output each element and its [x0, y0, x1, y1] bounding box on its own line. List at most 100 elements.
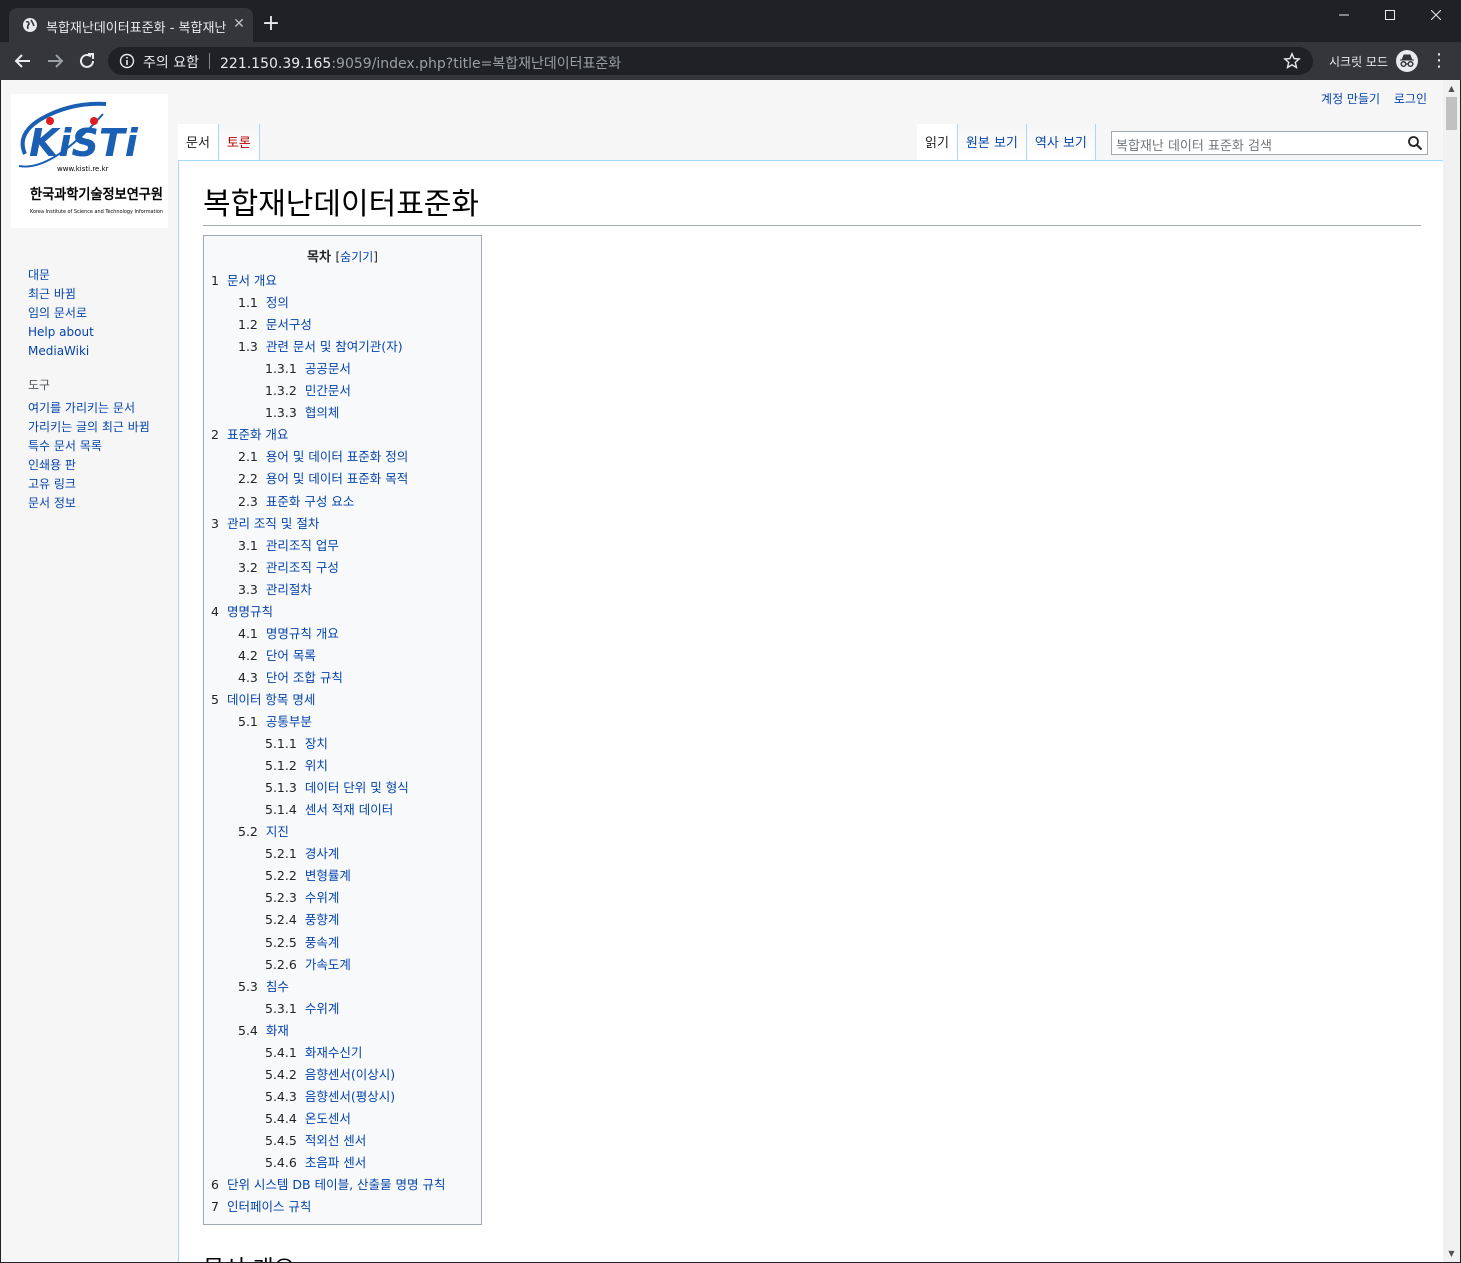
toc-entry[interactable]: 5.2.2 변형률계	[265, 865, 351, 884]
toc-entry-text[interactable]: 관련 문서 및 참여기관(자)	[266, 339, 403, 354]
toc-entry-text[interactable]: 경사계	[305, 846, 340, 861]
toc-entry-text[interactable]: 협의체	[305, 405, 340, 420]
toc-entry[interactable]: 1 문서 개요	[211, 270, 277, 289]
create-account-link[interactable]: 계정 만들기	[1321, 92, 1380, 106]
toc-entry-text[interactable]: 공통부분	[266, 714, 312, 729]
forward-arrow-icon[interactable]	[44, 50, 66, 72]
sidebar-item-main[interactable]: 대문	[28, 266, 158, 285]
toc-entry-text[interactable]: 적외선 센서	[305, 1133, 366, 1148]
minimize-button[interactable]	[1321, 0, 1367, 32]
toc-entry-text[interactable]: 풍속계	[305, 935, 340, 950]
tab-view-source[interactable]: 원본 보기	[957, 124, 1027, 160]
toc-entry[interactable]: 5.3 침수	[238, 976, 289, 995]
toc-entry[interactable]: 5 데이터 항목 명세	[211, 689, 315, 708]
toc-entry-text[interactable]: 공공문서	[305, 361, 351, 376]
toc-entry-text[interactable]: 명명규칙	[227, 604, 273, 619]
close-tab-icon[interactable]: ✕	[231, 16, 247, 32]
toc-entry[interactable]: 3 관리 조직 및 절차	[211, 513, 319, 532]
toc-entry[interactable]: 5.4.6 초음파 센서	[265, 1152, 366, 1171]
toc-entry[interactable]: 1.3.3 협의체	[265, 402, 339, 421]
toc-entry[interactable]: 5.4.3 음향센서(평상시)	[265, 1086, 395, 1105]
toc-entry-text[interactable]: 장치	[305, 736, 328, 751]
toc-entry[interactable]: 5.2 지진	[238, 821, 289, 840]
sidebar-item-print[interactable]: 인쇄용 판	[28, 456, 158, 475]
scroll-up-arrow-icon[interactable]: ▲	[1443, 80, 1460, 97]
toc-entry[interactable]: 5.2.6 가속도계	[265, 954, 351, 973]
close-window-button[interactable]	[1413, 0, 1459, 32]
toc-entry-text[interactable]: 센서 적재 데이터	[305, 802, 393, 817]
toc-entry-text[interactable]: 음향센서(이상시)	[305, 1067, 395, 1082]
new-tab-button[interactable]: +	[260, 13, 282, 35]
toc-entry-text[interactable]: 온도센서	[305, 1111, 351, 1126]
sidebar-item-page-info[interactable]: 문서 정보	[28, 494, 158, 513]
tab-page[interactable]: 문서	[178, 124, 219, 160]
toc-entry-text[interactable]: 데이터 항목 명세	[227, 692, 315, 707]
toc-entry-text[interactable]: 풍향계	[305, 912, 340, 927]
site-logo[interactable]: KiSTi www.kisti.re.kr 한국과학기술정보연구원 Korea …	[11, 94, 168, 228]
toc-entry-text[interactable]: 침수	[266, 979, 289, 994]
sidebar-item-special-pages[interactable]: 특수 문서 목록	[28, 437, 158, 456]
toc-entry[interactable]: 1.2 문서구성	[238, 314, 312, 333]
toc-entry[interactable]: 5.1.1 장치	[265, 733, 328, 752]
toc-entry-text[interactable]: 수위계	[305, 1001, 340, 1016]
toc-entry[interactable]: 5.2.1 경사계	[265, 843, 339, 862]
scrollbar-thumb[interactable]	[1446, 97, 1457, 130]
toc-entry[interactable]: 5.2.5 풍속계	[265, 932, 339, 951]
toc-entry-text[interactable]: 관리조직 구성	[266, 560, 339, 575]
tab-read[interactable]: 읽기	[917, 124, 958, 160]
toc-entry[interactable]: 4.2 단어 목록	[238, 645, 316, 664]
toc-entry[interactable]: 7 인터페이스 규칙	[211, 1196, 311, 1215]
search-input[interactable]: 복합재난 데이터 표준화 검색	[1111, 131, 1428, 155]
login-link[interactable]: 로그인	[1394, 92, 1427, 106]
toc-entry[interactable]: 6 단위 시스템 DB 테이블, 산출물 명명 규칙	[211, 1174, 445, 1193]
toc-entry-text[interactable]: 관리 조직 및 절차	[227, 516, 319, 531]
toc-entry[interactable]: 5.4.5 적외선 센서	[265, 1130, 366, 1149]
security-warning-label[interactable]: 주의 요함	[143, 52, 199, 72]
toc-entry-text[interactable]: 화재수신기	[305, 1045, 363, 1060]
toc-entry-text[interactable]: 단위 시스템 DB 테이블, 산출물 명명 규칙	[227, 1177, 446, 1192]
toc-entry[interactable]: 1.3.1 공공문서	[265, 358, 351, 377]
url-text[interactable]: 221.150.39.165:9059/index.php?title=복합재난…	[220, 53, 621, 73]
scroll-down-arrow-icon[interactable]: ▼	[1443, 1245, 1460, 1262]
toc-entry-text[interactable]: 인터페이스 규칙	[227, 1199, 311, 1214]
menu-kebab-icon[interactable]: ⋮	[1429, 51, 1449, 71]
toc-entry-text[interactable]: 명명규칙 개요	[266, 626, 339, 641]
toc-entry[interactable]: 4 명명규칙	[211, 601, 273, 620]
toc-entry[interactable]: 5.1.3 데이터 단위 및 형식	[265, 777, 409, 796]
toc-entry-text[interactable]: 데이터 단위 및 형식	[305, 780, 409, 795]
sidebar-item-random[interactable]: 임의 문서로	[28, 304, 158, 323]
tab-talk[interactable]: 토론	[218, 124, 260, 160]
toc-entry[interactable]: 2.2 용어 및 데이터 표준화 목적	[238, 468, 408, 487]
toc-entry-text[interactable]: 단어 목록	[266, 648, 316, 663]
sidebar-item-related-changes[interactable]: 가리키는 글의 최근 바뀜	[28, 421, 152, 434]
toc-entry[interactable]: 3.3 관리절차	[238, 579, 312, 598]
sidebar-item-help[interactable]: Help about MediaWiki	[28, 323, 158, 361]
toc-entry-text[interactable]: 용어 및 데이터 표준화 목적	[266, 471, 408, 486]
toc-entry[interactable]: 5.1.4 센서 적재 데이터	[265, 799, 393, 818]
toc-entry[interactable]: 5.1 공통부분	[238, 711, 312, 730]
toc-entry[interactable]: 4.1 명명규칙 개요	[238, 623, 339, 642]
toc-entry-text[interactable]: 가속도계	[305, 957, 351, 972]
toc-entry-text[interactable]: 민간문서	[305, 383, 351, 398]
toc-entry[interactable]: 5.4 화재	[238, 1020, 289, 1039]
incognito-icon[interactable]	[1395, 49, 1419, 73]
toc-entry-text[interactable]: 표준화 개요	[227, 427, 288, 442]
toc-entry[interactable]: 5.1.2 위치	[265, 755, 328, 774]
back-arrow-icon[interactable]	[12, 50, 34, 72]
toc-entry[interactable]: 4.3 단어 조합 규칙	[238, 667, 343, 686]
toc-entry-text[interactable]: 수위계	[305, 890, 340, 905]
bookmark-star-icon[interactable]	[1283, 52, 1301, 70]
sidebar-item-whatlinkshere[interactable]: 여기를 가리키는 문서	[28, 399, 158, 418]
toc-toggle-link[interactable]: 숨기기	[340, 250, 373, 264]
toc-entry[interactable]: 5.4.1 화재수신기	[265, 1042, 362, 1061]
toc-entry[interactable]: 1.3.2 민간문서	[265, 380, 351, 399]
toc-entry[interactable]: 5.4.4 온도센서	[265, 1108, 351, 1127]
toc-entry-text[interactable]: 관리조직 업무	[266, 538, 339, 553]
toc-entry[interactable]: 5.4.2 음향센서(이상시)	[265, 1064, 395, 1083]
tab-history[interactable]: 역사 보기	[1026, 124, 1096, 160]
toc-entry-text[interactable]: 지진	[266, 824, 289, 839]
toc-entry[interactable]: 3.1 관리조직 업무	[238, 535, 339, 554]
address-bar[interactable]: 주의 요함 221.150.39.165:9059/index.php?titl…	[108, 47, 1313, 75]
sidebar-item-permalink[interactable]: 고유 링크	[28, 475, 158, 494]
reload-icon[interactable]	[76, 50, 98, 72]
